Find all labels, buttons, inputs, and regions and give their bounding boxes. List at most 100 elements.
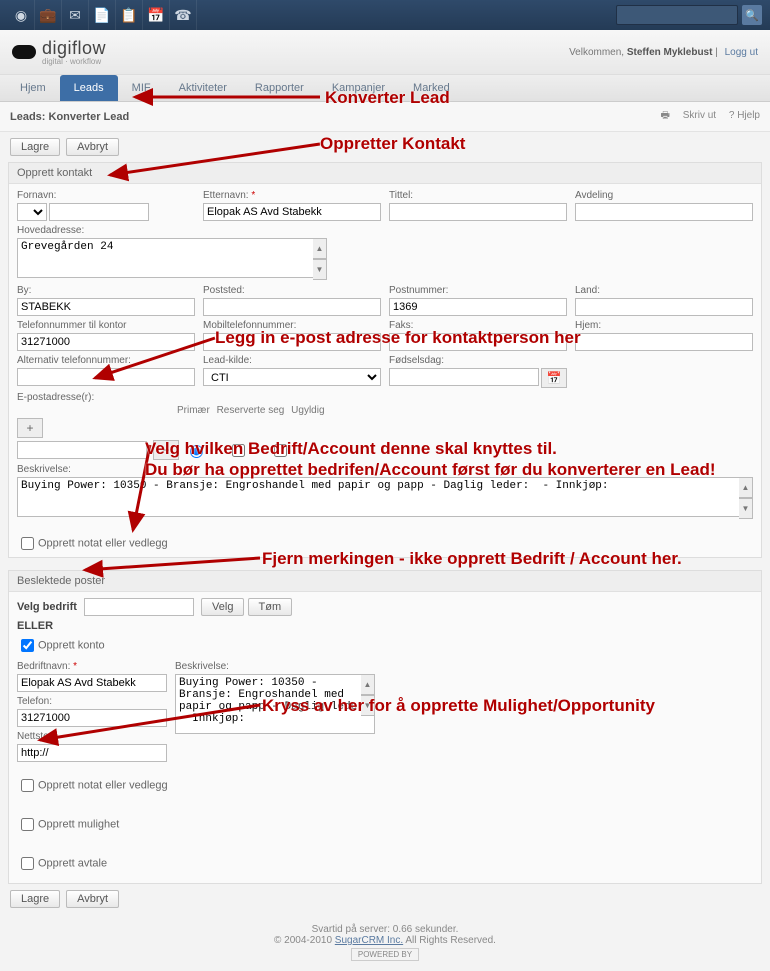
tel-label: Telefon: xyxy=(17,696,167,707)
fodt-input[interactable] xyxy=(389,368,539,386)
mulighet-check[interactable] xyxy=(21,818,34,831)
hjem-label: Hjem: xyxy=(575,320,753,331)
save-button-bottom[interactable]: Lagre xyxy=(10,890,60,908)
tab-leads[interactable]: Leads xyxy=(60,75,118,101)
etternavn-label: Etternavn: xyxy=(203,190,381,201)
logout-link[interactable]: Logg ut xyxy=(725,47,758,58)
mob-input[interactable] xyxy=(203,333,381,351)
bn-input[interactable] xyxy=(17,674,167,692)
tab-marked[interactable]: Marked xyxy=(399,75,464,101)
remove-email-button[interactable]: − xyxy=(153,440,179,460)
epost-label: E-postadresse(r): xyxy=(17,392,327,403)
hjem-input[interactable] xyxy=(575,333,753,351)
welcome-prefix: Velkommen, xyxy=(569,47,627,58)
postnr-input[interactable] xyxy=(389,298,567,316)
contact-panel-title: Opprett kontakt xyxy=(9,163,761,184)
alt-input[interactable] xyxy=(17,368,195,386)
tom-button[interactable]: Tøm xyxy=(248,598,293,616)
tlfk-input[interactable] xyxy=(17,333,195,351)
print-link[interactable]: 🖶 Skriv ut xyxy=(661,110,717,121)
land-input[interactable] xyxy=(575,298,753,316)
email-optout-check[interactable] xyxy=(232,444,245,457)
doc-icon[interactable]: 📄 xyxy=(89,0,116,30)
epost-input[interactable] xyxy=(17,441,147,459)
tab-kampanjer[interactable]: Kampanjer xyxy=(318,75,399,101)
tab-aktiviteter[interactable]: Aktiviteter xyxy=(165,75,241,101)
col-primary: Primær xyxy=(177,405,210,416)
mob-label: Mobiltelefonnummer: xyxy=(203,320,381,331)
kilde-label: Lead-kilde: xyxy=(203,355,381,366)
related-note-check[interactable] xyxy=(21,779,34,792)
land-label: Land: xyxy=(575,285,753,296)
avdeling-input[interactable] xyxy=(575,203,753,221)
net-input[interactable] xyxy=(17,744,167,762)
tab-rapporter[interactable]: Rapporter xyxy=(241,75,318,101)
main-tabs: Hjem Leads MIF Aktiviteter Rapporter Kam… xyxy=(0,75,770,102)
global-search-input[interactable] xyxy=(616,5,738,25)
contact-note-label: Opprett notat eller vedlegg xyxy=(38,537,168,549)
global-search-button[interactable]: 🔍 xyxy=(742,5,762,25)
logo: digiflow digital · workflow xyxy=(12,38,106,66)
help-link[interactable]: ? Hjelp xyxy=(729,110,760,121)
add-email-button[interactable]: + xyxy=(17,418,43,438)
email-invalid-check[interactable] xyxy=(274,444,287,457)
fornavn-input[interactable] xyxy=(49,203,149,221)
cancel-button-bottom[interactable]: Avbryt xyxy=(66,890,119,908)
briefcase-icon[interactable]: 💼 xyxy=(35,0,62,30)
bn-label: Bedriftnavn: xyxy=(17,661,167,672)
welcome: Velkommen, Steffen Myklebust | Logg ut xyxy=(569,47,758,58)
tel-input[interactable] xyxy=(17,709,167,727)
footer: Svartid på server: 0.66 sekunder. © 2004… xyxy=(0,914,770,971)
breadcrumb-bar: Leads: Konverter Lead 🖶 Skriv ut ? Hjelp xyxy=(0,102,770,132)
alt-label: Alternativ telefonnummer: xyxy=(17,355,195,366)
cancel-button-top[interactable]: Avbryt xyxy=(66,138,119,156)
related-panel: Beslektede poster Velg bedrift Velg Tøm … xyxy=(8,570,762,884)
velg-button[interactable]: Velg xyxy=(201,598,244,616)
poststed-label: Poststed: xyxy=(203,285,381,296)
opprett-konto-check[interactable] xyxy=(21,639,34,652)
tab-hjem[interactable]: Hjem xyxy=(6,75,60,101)
col-invalid: Ugyldig xyxy=(291,405,324,416)
brand-text: digiflow xyxy=(42,38,106,59)
fornavn-label: Fornavn: xyxy=(17,190,195,201)
phone-icon[interactable]: ☎ xyxy=(170,0,197,30)
beskr-label: Beskrivelse: xyxy=(17,464,753,475)
velg-input[interactable] xyxy=(84,598,194,616)
fodt-label: Fødselsdag: xyxy=(389,355,567,366)
calendar-icon[interactable]: 📅 xyxy=(541,368,567,388)
sugar-link[interactable]: SugarCRM Inc. xyxy=(335,935,403,946)
contact-note-check[interactable] xyxy=(21,537,34,550)
header: digiflow digital · workflow Velkommen, S… xyxy=(0,30,770,75)
related-note-label: Opprett notat eller vedlegg xyxy=(38,779,168,791)
hoved-input[interactable]: Grevegården 24 xyxy=(17,238,327,278)
topbar: ◉ 💼 ✉ 📄 📋 📅 ☎ 🔍 xyxy=(0,0,770,30)
by-input[interactable] xyxy=(17,298,195,316)
save-button-top[interactable]: Lagre xyxy=(10,138,60,156)
user-name: Steffen Myklebust xyxy=(627,47,713,58)
bes-input[interactable]: Buying Power: 10350 - Bransje: Engroshan… xyxy=(175,674,375,734)
kilde-select[interactable]: CTI xyxy=(203,368,381,386)
calendar-icon[interactable]: 📅 xyxy=(143,0,170,30)
avtale-check[interactable] xyxy=(21,857,34,870)
avdeling-label: Avdeling xyxy=(575,190,753,201)
mail-icon[interactable]: ✉ xyxy=(62,0,89,30)
poststed-input[interactable] xyxy=(203,298,381,316)
contact-panel: Opprett kontakt Fornavn: Etternavn: Titt… xyxy=(8,162,762,558)
opprett-konto-label: Opprett konto xyxy=(38,639,105,651)
tlfk-label: Telefonnummer til kontor xyxy=(17,320,195,331)
beskr-input[interactable]: Buying Power: 10350 - Bransje: Engroshan… xyxy=(17,477,753,517)
hoved-label: Hovedadresse: xyxy=(17,225,327,236)
tab-mif[interactable]: MIF xyxy=(118,75,165,101)
postnr-label: Postnummer: xyxy=(389,285,567,296)
faks-input[interactable] xyxy=(389,333,567,351)
list-icon[interactable]: 📋 xyxy=(116,0,143,30)
net-label: Nettsted: xyxy=(17,731,167,742)
cube-icon[interactable]: ◉ xyxy=(8,0,35,30)
salutation-select[interactable] xyxy=(17,203,47,221)
tittel-input[interactable] xyxy=(389,203,567,221)
powered-badge: POWERED BY xyxy=(351,948,419,961)
brand-sub: digital · workflow xyxy=(42,57,106,66)
etternavn-input[interactable] xyxy=(203,203,381,221)
email-primary-radio[interactable] xyxy=(190,445,203,458)
by-label: By: xyxy=(17,285,195,296)
